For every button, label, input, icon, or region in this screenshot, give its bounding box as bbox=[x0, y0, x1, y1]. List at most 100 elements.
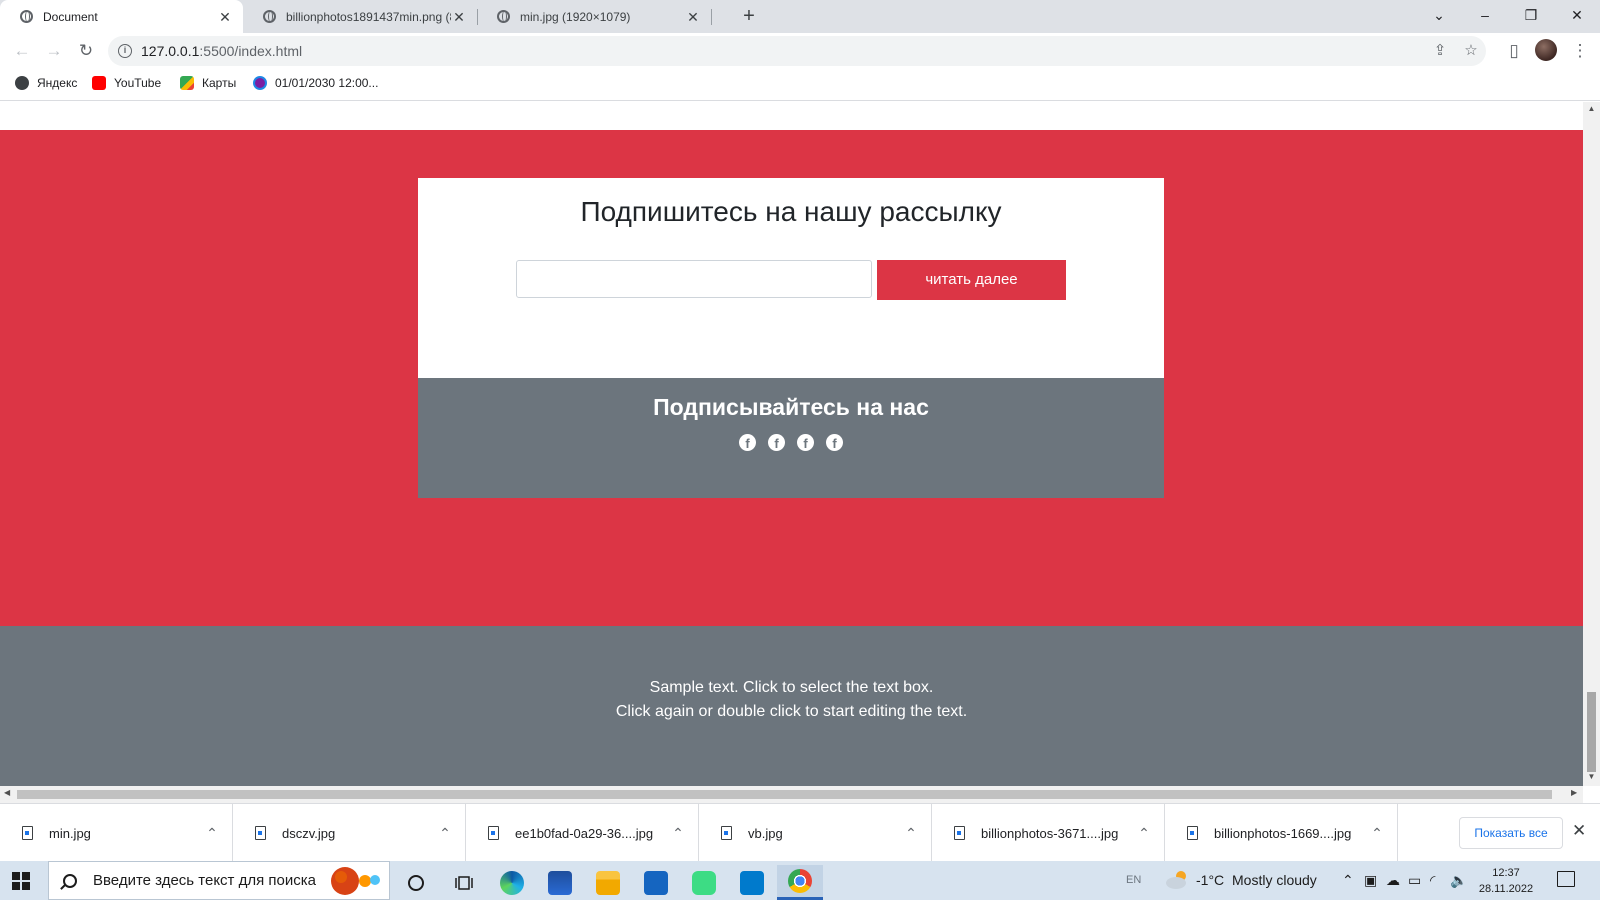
close-icon[interactable]: ✕ bbox=[1572, 821, 1586, 841]
bookmark-maps[interactable]: Карты bbox=[180, 76, 236, 90]
download-name: min.jpg bbox=[49, 825, 91, 841]
tab-min-jpg[interactable]: min.jpg (1920×1079) ✕ bbox=[477, 0, 711, 33]
system-clock[interactable]: 12:37 28.11.2022 bbox=[1476, 865, 1536, 897]
volume-icon[interactable]: 🔈 bbox=[1450, 861, 1467, 900]
scroll-right-icon[interactable]: ▶ bbox=[1571, 788, 1577, 797]
footer-line: Click again or double click to start edi… bbox=[615, 703, 968, 720]
file-icon bbox=[22, 826, 33, 840]
download-item[interactable]: billionphotos-3671....jpg ⌃ bbox=[932, 804, 1165, 862]
store-icon[interactable] bbox=[537, 865, 583, 900]
close-icon[interactable]: ✕ bbox=[685, 9, 701, 25]
weather-text[interactable]: Mostly cloudy bbox=[1232, 861, 1317, 900]
battery-icon[interactable]: ▭ bbox=[1408, 861, 1421, 900]
notification-icon[interactable] bbox=[1557, 871, 1575, 887]
scrollbar-thumb[interactable] bbox=[1587, 692, 1596, 772]
back-icon[interactable]: ← bbox=[8, 37, 36, 65]
wifi-icon[interactable]: ◜ bbox=[1430, 861, 1435, 900]
globe-icon bbox=[263, 10, 276, 23]
email-field[interactable] bbox=[516, 260, 872, 298]
chevron-up-icon[interactable]: ⌃ bbox=[1357, 825, 1397, 842]
download-item[interactable]: dsczv.jpg ⌃ bbox=[233, 804, 466, 862]
footer-text[interactable]: Sample text. Click to select the text bo… bbox=[0, 676, 1583, 724]
meet-now-icon[interactable]: ▣ bbox=[1364, 861, 1377, 900]
chevron-up-icon[interactable]: ⌃ bbox=[658, 825, 698, 842]
horizontal-scrollbar[interactable]: ◀ ▶ bbox=[0, 786, 1583, 803]
page-viewport: Подпишитесь на нашу рассылку читать дале… bbox=[0, 102, 1583, 786]
tab-billionphotos[interactable]: billionphotos1891437min.png (8… ✕ bbox=[243, 0, 477, 33]
follow-card: Подписывайтесь на нас f f f f bbox=[418, 378, 1164, 498]
browser-toolbar: ← → ↻ i 127.0.0.1:5500/index.html ⇪ ☆ ▯ … bbox=[0, 33, 1600, 69]
profile-avatar[interactable] bbox=[1535, 39, 1557, 61]
weather-temp[interactable]: -1°C bbox=[1196, 861, 1224, 900]
search-highlight-icon bbox=[331, 867, 380, 895]
cortana-icon[interactable] bbox=[393, 865, 439, 900]
download-item[interactable]: vb.jpg ⌃ bbox=[699, 804, 932, 862]
youtube-icon bbox=[92, 76, 106, 90]
bookmark-youtube[interactable]: YouTube bbox=[92, 76, 161, 90]
read-more-button[interactable]: читать далее bbox=[877, 260, 1066, 300]
download-item[interactable]: min.jpg ⌃ bbox=[0, 804, 233, 862]
tab-document[interactable]: Document ✕ bbox=[0, 0, 243, 33]
file-icon bbox=[488, 826, 499, 840]
chevron-up-icon[interactable]: ⌃ bbox=[192, 825, 232, 842]
reload-icon[interactable]: ↻ bbox=[72, 37, 100, 65]
url-text[interactable]: 127.0.0.1:5500/index.html bbox=[141, 43, 302, 59]
facebook-icon[interactable]: f bbox=[797, 434, 814, 451]
chrome-icon[interactable] bbox=[777, 865, 823, 900]
download-item[interactable]: ee1b0fad-0a29-36....jpg ⌃ bbox=[466, 804, 699, 862]
chevron-up-icon[interactable]: ⌃ bbox=[1124, 825, 1164, 842]
vscode-icon[interactable] bbox=[729, 865, 775, 900]
close-icon[interactable]: ✕ bbox=[217, 9, 233, 25]
bookmark-date[interactable]: 01/01/2030 12:00... bbox=[253, 76, 378, 90]
tab-search-icon[interactable]: ⌄ bbox=[1416, 0, 1462, 33]
plus-icon[interactable]: + bbox=[737, 4, 761, 28]
bookmark-label: YouTube bbox=[114, 76, 162, 90]
facebook-icon[interactable]: f bbox=[826, 434, 843, 451]
cloud-sync-icon[interactable]: ☁ bbox=[1386, 861, 1400, 900]
chevron-up-icon[interactable]: ⌃ bbox=[891, 825, 931, 842]
file-explorer-icon[interactable] bbox=[585, 865, 631, 900]
follow-title: Подписывайтесь на нас bbox=[653, 394, 929, 420]
close-window-button[interactable]: ✕ bbox=[1554, 0, 1600, 33]
subscribe-title: Подпишитесь на нашу рассылку bbox=[580, 196, 1002, 227]
edge-icon[interactable] bbox=[489, 865, 535, 900]
taskbar-search[interactable]: Введите здесь текст для поиска bbox=[48, 861, 390, 900]
downloads-bar: min.jpg ⌃ dsczv.jpg ⌃ ee1b0fad-0a29-36..… bbox=[0, 803, 1600, 862]
windows-start-icon[interactable] bbox=[12, 872, 30, 890]
mail-icon[interactable] bbox=[633, 865, 679, 900]
share-icon[interactable]: ⇪ bbox=[1429, 40, 1451, 62]
search-placeholder: Введите здесь текст для поиска bbox=[93, 872, 316, 889]
whatsapp-icon[interactable] bbox=[681, 865, 727, 900]
bookmark-label: Яндекс bbox=[37, 76, 78, 90]
scrollbar-thumb[interactable] bbox=[17, 790, 1552, 799]
chevron-up-icon[interactable]: ⌃ bbox=[1342, 861, 1354, 900]
minimize-button[interactable]: – bbox=[1462, 0, 1508, 33]
bookmark-yandex[interactable]: Яндекс bbox=[15, 76, 77, 90]
info-icon[interactable]: i bbox=[118, 44, 132, 58]
language-indicator[interactable]: EN bbox=[1126, 861, 1141, 900]
show-all-button[interactable]: Показать все bbox=[1459, 817, 1563, 849]
star-icon[interactable]: ☆ bbox=[1460, 40, 1482, 62]
address-bar[interactable]: i 127.0.0.1:5500/index.html ⇪ ☆ bbox=[108, 36, 1486, 66]
task-view-icon[interactable] bbox=[441, 865, 487, 900]
file-icon bbox=[1187, 826, 1198, 840]
scroll-up-icon[interactable]: ▲ bbox=[1583, 104, 1600, 113]
chevron-up-icon[interactable]: ⌃ bbox=[425, 825, 465, 842]
file-icon bbox=[954, 826, 965, 840]
facebook-icon[interactable]: f bbox=[739, 434, 756, 451]
scroll-left-icon[interactable]: ◀ bbox=[4, 788, 10, 797]
download-item[interactable]: billionphotos-1669....jpg ⌃ bbox=[1165, 804, 1398, 862]
search-icon bbox=[63, 873, 77, 888]
menu-icon[interactable]: ⋮ bbox=[1566, 37, 1594, 65]
facebook-icon[interactable]: f bbox=[768, 434, 785, 451]
weather-cloud-icon[interactable] bbox=[1164, 870, 1190, 890]
restore-button[interactable]: ❐ bbox=[1508, 0, 1554, 33]
side-panel-icon[interactable]: ▯ bbox=[1500, 37, 1528, 65]
scroll-down-icon[interactable]: ▼ bbox=[1583, 772, 1600, 781]
forward-icon[interactable]: → bbox=[40, 37, 68, 65]
vertical-scrollbar[interactable]: ▲ ▼ bbox=[1583, 102, 1600, 786]
bookmarks-bar: Яндекс YouTube Карты 01/01/2030 12:00... bbox=[0, 69, 1600, 101]
close-icon[interactable]: ✕ bbox=[451, 9, 467, 25]
tab-title: min.jpg (1920×1079) bbox=[520, 9, 631, 24]
download-name: vb.jpg bbox=[748, 825, 783, 841]
